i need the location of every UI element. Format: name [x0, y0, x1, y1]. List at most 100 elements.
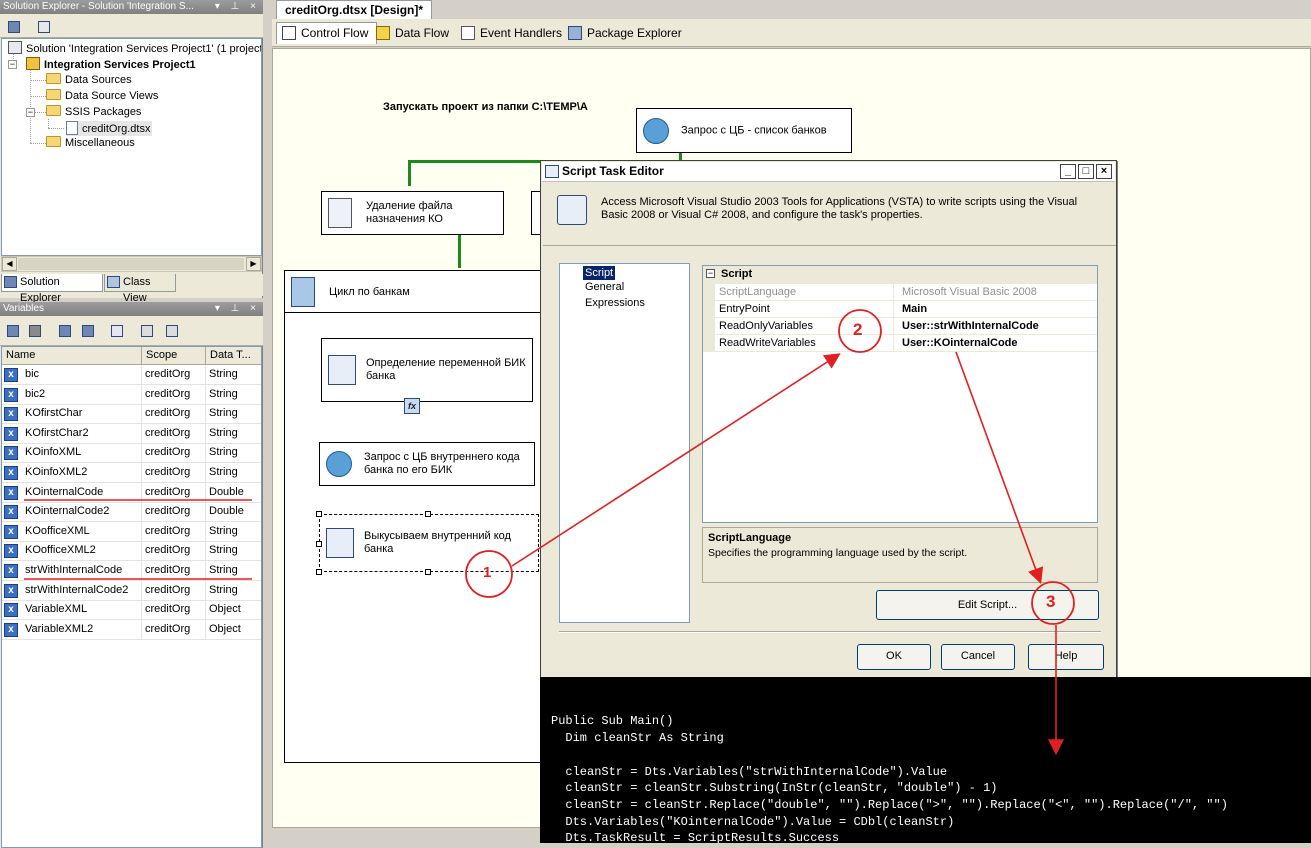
- tab-event-handlers[interactable]: Event Handlers: [455, 22, 571, 44]
- variable-name[interactable]: KOinternalCode2: [22, 502, 142, 523]
- scroll-right-icon[interactable]: ▶: [246, 257, 261, 271]
- tree-data-sources[interactable]: Data Sources: [46, 73, 132, 87]
- property-row-readwrite-variables[interactable]: ReadWriteVariables User::KOinternalCode: [715, 335, 1097, 352]
- selection-handle[interactable]: [316, 541, 322, 547]
- variable-row[interactable]: x bic2 creditOrg String: [2, 384, 261, 405]
- pin-close-icons[interactable]: ▾ ⊥ ×: [215, 302, 260, 316]
- cancel-button[interactable]: Cancel: [941, 644, 1015, 670]
- variable-name[interactable]: VariableXML2: [22, 619, 142, 640]
- property-row-readonly-variables[interactable]: ReadOnlyVariables User::strWithInternalC…: [715, 318, 1097, 335]
- selection-handle[interactable]: [425, 569, 431, 575]
- paste-icon[interactable]: [163, 322, 179, 338]
- property-value[interactable]: User::strWithInternalCode: [899, 318, 1095, 335]
- collapse-category-icon[interactable]: −: [706, 269, 715, 278]
- selection-handle[interactable]: [316, 569, 322, 575]
- ok-button[interactable]: OK: [857, 644, 931, 670]
- variable-name[interactable]: KOofficeXML: [22, 521, 142, 542]
- variable-row[interactable]: x strWithInternalCode2 creditOrg String: [2, 580, 261, 601]
- property-row-script-language[interactable]: ScriptLanguage Microsoft Visual Basic 20…: [715, 284, 1097, 301]
- tab-class-view[interactable]: Class View: [104, 274, 176, 304]
- variable-row[interactable]: x KOofficeXML2 creditOrg String: [2, 541, 261, 562]
- variable-name[interactable]: strWithInternalCode: [22, 561, 142, 581]
- expression-fx-icon[interactable]: fx: [404, 398, 420, 414]
- task-delete-file[interactable]: Удаление файла назначения КО: [321, 191, 504, 235]
- scroll-thumb[interactable]: [18, 258, 244, 270]
- tree-data-source-views[interactable]: Data Source Views: [46, 89, 158, 103]
- variable-data-type[interactable]: String: [206, 463, 261, 483]
- task-define-bik[interactable]: Определение переменной БИК банка: [321, 338, 533, 402]
- variable-data-type[interactable]: String: [206, 522, 261, 542]
- variable-row[interactable]: x VariableXML creditOrg Object: [2, 600, 261, 621]
- selection-handle[interactable]: [425, 511, 431, 517]
- tab-package-explorer[interactable]: Package Explorer: [562, 22, 691, 44]
- tree-solution[interactable]: Solution 'Integration Services Project1'…: [8, 41, 261, 56]
- variable-data-type[interactable]: Double: [206, 483, 261, 503]
- add-variable-icon[interactable]: [4, 322, 20, 338]
- tree-miscellaneous[interactable]: Miscellaneous: [46, 136, 135, 150]
- variable-name[interactable]: VariableXML: [22, 600, 142, 621]
- variable-name[interactable]: KOfirstChar: [22, 404, 142, 425]
- properties-icon[interactable]: [5, 18, 21, 34]
- variable-data-type[interactable]: String: [206, 404, 261, 424]
- variable-row[interactable]: x KOofficeXML creditOrg String: [2, 521, 261, 542]
- variable-data-type[interactable]: Double: [206, 502, 261, 522]
- variable-data-type[interactable]: String: [206, 561, 261, 581]
- tab-data-flow[interactable]: Data Flow: [370, 22, 458, 44]
- solution-hscrollbar[interactable]: ◀ ▶: [1, 256, 262, 272]
- variable-row[interactable]: x KOfirstChar creditOrg String: [2, 404, 261, 425]
- variable-row[interactable]: x KOinternalCode2 creditOrg Double: [2, 502, 261, 523]
- column-header-name[interactable]: Name: [2, 347, 142, 365]
- variable-name[interactable]: KOinternalCode: [22, 482, 142, 503]
- variable-data-type[interactable]: String: [206, 443, 261, 463]
- document-tab[interactable]: creditOrg.dtsx [Design]*: [276, 0, 433, 19]
- column-header-scope[interactable]: Scope: [142, 347, 206, 365]
- task-cb-banks[interactable]: Запрос с ЦБ - список банков: [636, 108, 852, 153]
- delete-variable-icon[interactable]: [26, 322, 42, 338]
- variable-name[interactable]: KOinfoXML: [22, 443, 142, 464]
- nav-item-expressions[interactable]: Expressions: [585, 297, 645, 309]
- nav-item-script[interactable]: Script: [583, 266, 616, 280]
- variable-name[interactable]: KOfirstChar2: [22, 423, 142, 444]
- scroll-left-icon[interactable]: ◀: [2, 257, 17, 271]
- variable-data-type[interactable]: String: [206, 581, 261, 601]
- property-row-entry-point[interactable]: EntryPoint Main: [715, 301, 1097, 318]
- choose-columns-icon[interactable]: [108, 322, 124, 338]
- pin-close-icons[interactable]: ▾ ⊥ ×: [215, 0, 260, 14]
- property-value[interactable]: User::KOinternalCode: [899, 335, 1095, 352]
- variable-name[interactable]: KOofficeXML2: [22, 541, 142, 562]
- show-all-files-icon[interactable]: [35, 18, 51, 34]
- nav-item-general[interactable]: General: [585, 281, 624, 293]
- tab-control-flow[interactable]: Control Flow: [276, 22, 378, 44]
- collapse-project-icon[interactable]: −: [8, 60, 17, 69]
- close-icon[interactable]: ×: [1096, 164, 1112, 179]
- variable-data-type[interactable]: Object: [206, 620, 261, 640]
- variable-data-type[interactable]: String: [206, 385, 261, 405]
- show-all-variables-icon[interactable]: [79, 322, 95, 338]
- variable-row[interactable]: x KOinfoXML2 creditOrg String: [2, 463, 261, 483]
- edit-script-button[interactable]: Edit Script...: [876, 590, 1099, 620]
- collapse-ssis-packages-icon[interactable]: −: [26, 108, 35, 117]
- minimize-icon[interactable]: _: [1060, 164, 1076, 179]
- variable-data-type[interactable]: Object: [206, 600, 261, 620]
- variable-row[interactable]: x bic creditOrg String: [2, 365, 261, 385]
- variable-row[interactable]: x KOinfoXML creditOrg String: [2, 443, 261, 464]
- maximize-icon[interactable]: □: [1078, 164, 1094, 179]
- variable-row[interactable]: x strWithInternalCode creditOrg String: [2, 561, 261, 581]
- copy-icon[interactable]: [138, 322, 154, 338]
- tree-package-file[interactable]: creditOrg.dtsx: [66, 121, 153, 136]
- tree-ssis-packages[interactable]: SSIS Packages: [46, 105, 141, 119]
- variable-row[interactable]: x KOfirstChar2 creditOrg String: [2, 423, 261, 444]
- variable-name[interactable]: bic: [22, 365, 142, 385]
- column-header-type[interactable]: Data T...: [206, 347, 261, 365]
- variable-name[interactable]: strWithInternalCode2: [22, 580, 142, 601]
- tab-solution-explorer[interactable]: Solution Explorer: [1, 274, 103, 304]
- variable-name[interactable]: KOinfoXML2: [22, 463, 142, 483]
- variable-data-type[interactable]: String: [206, 541, 261, 561]
- selection-handle[interactable]: [316, 511, 322, 517]
- variable-row[interactable]: x VariableXML2 creditOrg Object: [2, 619, 261, 640]
- variable-data-type[interactable]: String: [206, 424, 261, 444]
- task-extract-code[interactable]: Выкусываем внутренний код банка: [319, 514, 539, 572]
- show-system-variables-icon[interactable]: [56, 322, 72, 338]
- variable-data-type[interactable]: String: [206, 365, 261, 385]
- variable-name[interactable]: bic2: [22, 384, 142, 405]
